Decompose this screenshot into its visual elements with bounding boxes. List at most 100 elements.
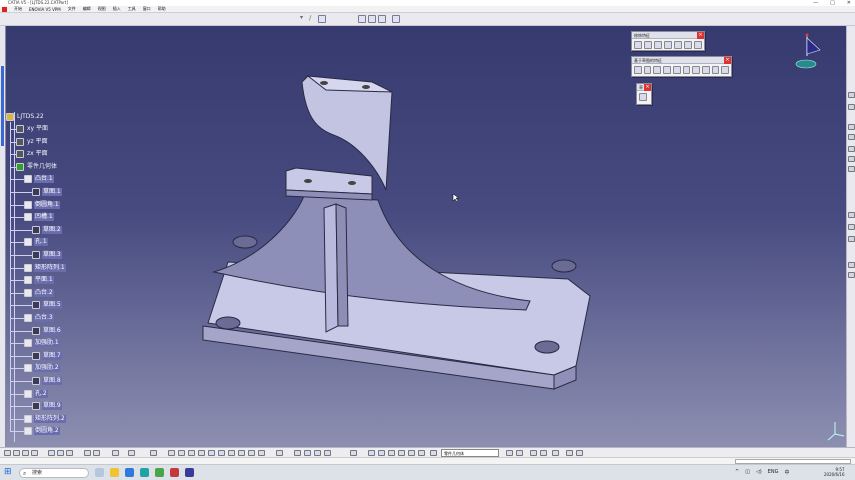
pan-icon[interactable] [178,450,185,456]
ime-indicator[interactable]: 中 [785,469,790,476]
pocket-icon[interactable] [304,450,311,456]
rotate-icon[interactable] [188,450,195,456]
tree-node[interactable]: 草图.2 [32,225,62,235]
draft-analysis-icon[interactable] [576,450,583,456]
part-3d-model[interactable] [6,26,846,447]
stiffener-icon[interactable] [701,66,710,74]
tool-icon[interactable] [848,272,855,278]
tree-node[interactable]: 凹槽.1 [24,212,54,222]
render-icon[interactable] [506,450,513,456]
material-icon[interactable] [516,450,523,456]
tree-node[interactable]: 矩形阵列.2 [24,414,66,424]
menu-tools[interactable]: 工具 [128,6,136,12]
apply-material-icon[interactable] [530,450,537,456]
tree-node[interactable]: 草图.9 [32,401,62,411]
close-icon[interactable]: × [724,57,731,64]
pocket-icon[interactable] [643,66,652,74]
zoom-out-icon[interactable] [208,450,215,456]
thread-icon[interactable] [684,41,692,49]
body-icon[interactable] [430,450,437,456]
analysis-icon[interactable] [566,450,573,456]
tree-node[interactable]: 草图.3 [32,250,62,260]
hole-icon[interactable] [672,66,681,74]
menu-file[interactable]: 文件 [68,6,76,12]
remove-loft-icon[interactable] [721,66,730,74]
boolean-icon[interactable] [368,450,375,456]
remove-face-icon[interactable] [694,41,702,49]
slot-icon[interactable] [692,66,700,74]
tray-arrow-icon[interactable]: ^ [735,469,739,476]
chamfer-icon[interactable] [644,41,652,49]
tree-node[interactable]: 加强肋.1 [24,338,60,348]
pad-icon[interactable] [634,66,642,74]
scale-icon[interactable] [398,450,405,456]
tree-node[interactable]: 孔.2 [24,389,48,399]
redo-icon[interactable] [93,450,100,456]
tree-node[interactable]: 凸台.2 [24,288,54,298]
tool-icon[interactable] [848,156,855,162]
pan-icon[interactable] [378,15,386,23]
tree-node[interactable]: 矩形阵列.1 [24,263,66,273]
thickness-icon[interactable] [674,41,682,49]
cut-icon[interactable] [48,450,55,456]
dropdown-arrow-icon[interactable]: ▾ [300,15,308,23]
task-view-icon[interactable] [95,468,104,477]
print-icon[interactable] [31,450,38,456]
shading-icon[interactable] [238,450,245,456]
app-icon[interactable] [185,468,194,477]
tree-node[interactable]: 加强肋.2 [24,363,60,373]
translate-icon[interactable] [408,450,415,456]
tool-icon[interactable] [848,104,855,110]
tree-node[interactable]: 草图.8 [32,376,62,386]
fit-all-icon[interactable] [368,15,376,23]
loft-icon[interactable] [711,66,720,74]
catia-icon[interactable] [170,468,179,477]
clock[interactable]: 9:57 2020/6/16 [824,467,845,477]
color-picker-icon[interactable] [318,15,326,23]
compass-icon[interactable] [792,32,826,74]
windows-start-icon[interactable]: ⊞ [4,468,13,477]
menu-enovia[interactable]: ENOVIA V5 VPM [29,7,61,12]
tree-node[interactable]: 平面.1 [24,275,54,285]
tree-node[interactable]: zx 平面 [16,149,49,159]
shell-icon[interactable] [664,41,672,49]
close-icon[interactable]: × [697,32,704,39]
hole-icon[interactable] [314,450,321,456]
network-icon[interactable]: ◫ [745,469,750,476]
zoom-in-icon[interactable] [198,450,205,456]
fly-mode-icon[interactable] [358,15,366,23]
measure-icon[interactable] [128,450,135,456]
tree-node[interactable]: 草图.1 [32,187,62,197]
pad-icon[interactable] [294,450,301,456]
fit-all-icon[interactable] [168,450,175,456]
tree-node[interactable]: 草图.7 [32,351,62,361]
tree-node[interactable]: 凸台.3 [24,313,54,323]
edge-icon[interactable] [140,468,149,477]
browser-icon[interactable] [125,468,134,477]
menu-window[interactable]: 窗口 [143,6,151,12]
tool-icon[interactable] [848,92,855,98]
menu-start[interactable]: 开始 [14,6,22,12]
tree-node[interactable]: 草图.6 [32,326,62,336]
menu-view[interactable]: 视图 [98,6,106,12]
tree-node[interactable]: yz 平面 [16,137,49,147]
tree-root[interactable]: LJTDS.22 [6,112,45,122]
catalog-icon[interactable] [552,450,559,456]
undo-icon[interactable] [84,450,91,456]
normal-view-icon[interactable] [392,15,400,23]
tool-icon[interactable] [848,236,855,242]
menu-edit[interactable]: 编辑 [83,6,91,12]
fly-icon[interactable] [150,450,157,456]
tool-icon[interactable] [848,224,855,230]
normal-view-icon[interactable] [218,450,225,456]
fillet-icon[interactable] [634,41,642,49]
swap-space-icon[interactable] [258,450,265,456]
close-icon[interactable]: × [644,84,651,91]
tool-icon[interactable] [848,166,855,172]
sketch-icon[interactable] [276,450,283,456]
groove-icon[interactable] [663,66,671,74]
rib-icon[interactable] [682,66,691,74]
tree-node[interactable]: 倒圆角.1 [24,200,60,210]
mirror-icon[interactable] [388,450,395,456]
tree-node[interactable]: 倒圆角.2 [24,426,60,436]
